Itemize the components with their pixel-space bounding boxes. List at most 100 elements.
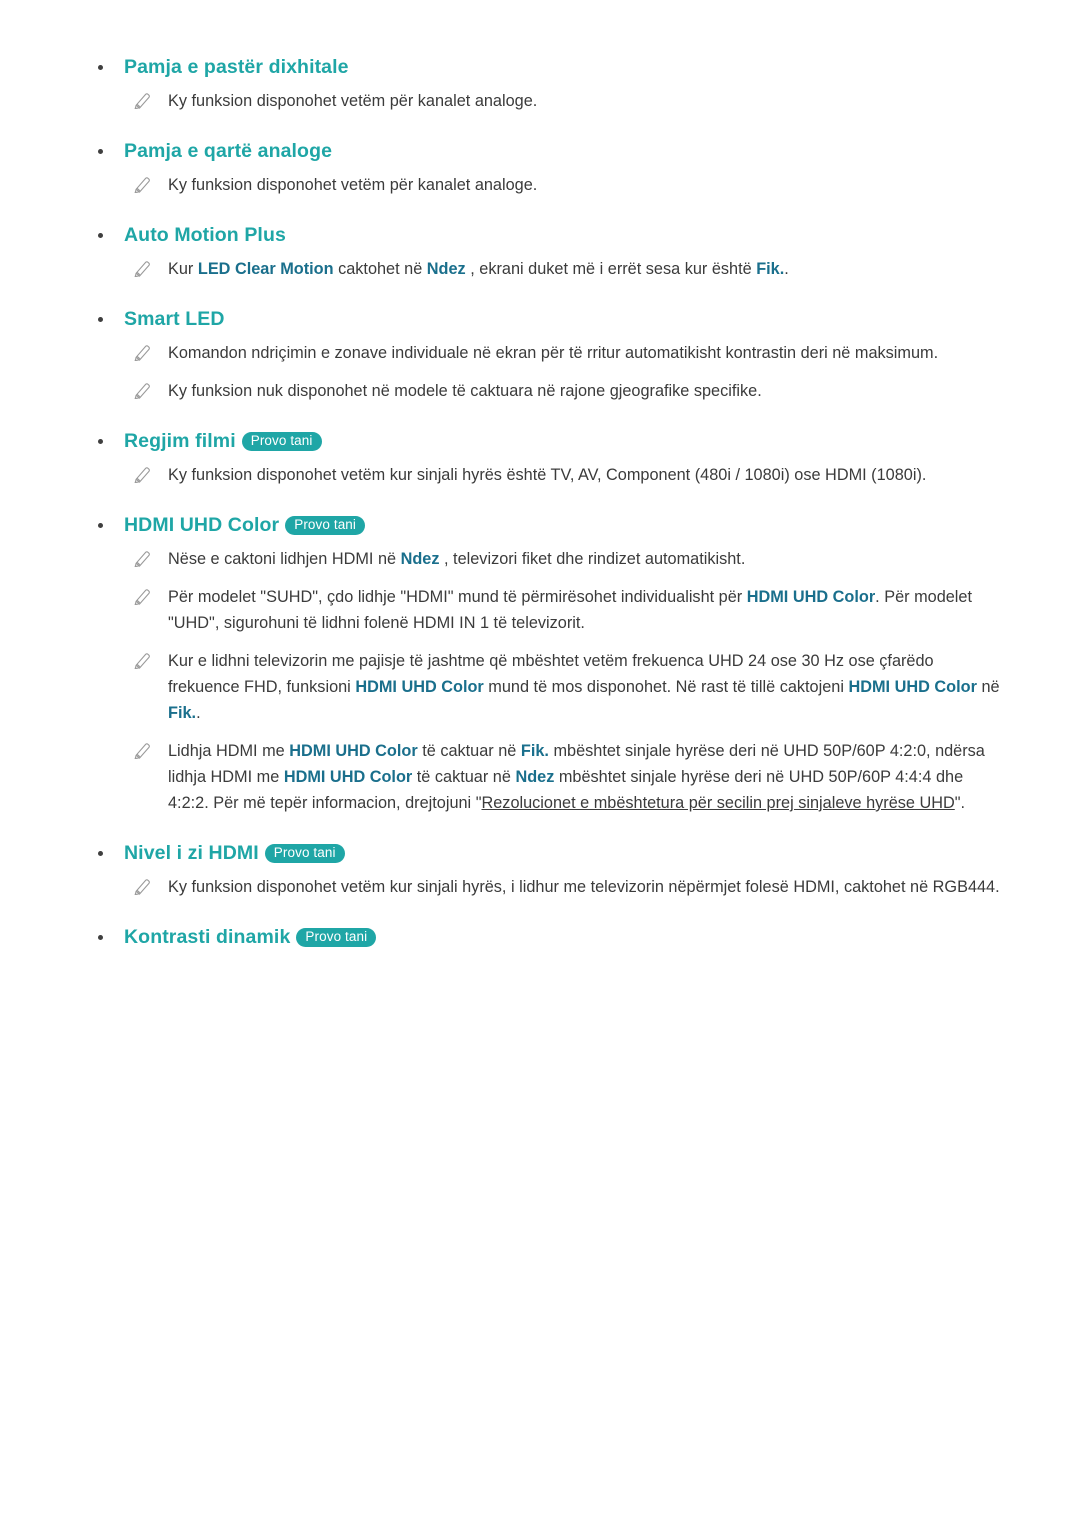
note-span: Kur: [168, 260, 198, 278]
note-item: Nëse e caktoni lidhjen HDMI në Ndez , te…: [92, 546, 1002, 572]
note-emphasis: LED Clear Motion: [197, 260, 334, 278]
section-auto-motion-plus: Auto Motion Plus Kur LED Clear Motion cak…: [92, 220, 1002, 282]
note-text: Ky funksion disponohet vetëm kur sinjali…: [168, 466, 926, 484]
note-emphasis: Ndez: [400, 550, 440, 568]
section-heading-smart-led: Smart LED: [92, 304, 1002, 336]
note-span: Ky funksion disponohet vetëm për kanalet…: [168, 176, 538, 194]
section-title: Pamja e pastër dixhitale: [124, 56, 349, 78]
pencil-icon: [134, 741, 152, 760]
section-title: Regjim filmi: [124, 430, 236, 452]
try-now-badge[interactable]: Provo tani: [241, 432, 322, 451]
note-item: Ky funksion disponohet vetëm kur sinjali…: [92, 874, 1002, 900]
bullet-icon: [98, 233, 103, 238]
section-hdmi-uhd-color: HDMI UHD Color Provo tani Nëse e caktoni l…: [92, 510, 1002, 816]
note-emphasis[interactable]: Rezolucionet e mbështetura për secilin p…: [481, 794, 954, 812]
note-text: Kur e lidhni televizorin me pajisje të j…: [168, 652, 1000, 722]
note-span: në: [976, 678, 1000, 696]
note-span: të caktuar në: [412, 768, 516, 786]
section-title: Pamja e qartë analoge: [124, 140, 333, 162]
note-span: Komandon ndriçimin e zonave individuale …: [168, 344, 939, 362]
bullet-icon: [98, 65, 103, 70]
try-now-badge[interactable]: Provo tani: [296, 928, 377, 947]
section-heading-nivel-i-zi-hdmi: Nivel i zi HDMI Provo tani: [92, 838, 1002, 870]
pencil-icon: [134, 175, 152, 194]
section-heading-auto-motion-plus: Auto Motion Plus: [92, 220, 1002, 252]
note-emphasis: HDMI UHD Color: [746, 588, 876, 606]
note-text: Nëse e caktoni lidhjen HDMI në Ndez , te…: [168, 550, 745, 568]
note-span: Ky funksion disponohet vetëm për kanalet…: [168, 92, 538, 110]
note-span: .: [784, 260, 789, 278]
note-span: , televizori fiket dhe rindizet automati…: [439, 550, 746, 568]
pencil-icon: [134, 877, 152, 896]
note-text: Për modelet "SUHD", çdo lidhje "HDMI" mu…: [168, 588, 972, 632]
section-nivel-i-zi-hdmi: Nivel i zi HDMI Provo tani Ky funksion dis…: [92, 838, 1002, 900]
section-heading-pamja-e-qarte-analoge: Pamja e qartë analoge: [92, 136, 1002, 168]
pencil-icon: [134, 381, 152, 400]
note-list: Nëse e caktoni lidhjen HDMI në Ndez , te…: [92, 546, 1002, 816]
bullet-icon: [98, 851, 103, 856]
section-title: Auto Motion Plus: [124, 224, 286, 246]
pencil-icon: [134, 651, 152, 670]
bullet-icon: [98, 149, 103, 154]
note-text: Kur LED Clear Motion caktohet në Ndez , …: [168, 260, 789, 278]
note-span: Lidhja HDMI me: [168, 742, 290, 760]
note-list: Ky funksion disponohet vetëm për kanalet…: [92, 172, 1002, 198]
bullet-icon: [98, 523, 103, 528]
note-text: Ky funksion disponohet vetëm për kanalet…: [168, 92, 537, 110]
note-span: , ekrani duket më i errët sesa kur është: [465, 260, 757, 278]
note-emphasis: HDMI UHD Color: [289, 742, 418, 760]
note-emphasis: Ndez: [426, 260, 466, 278]
note-text: Ky funksion disponohet vetëm kur sinjali…: [168, 878, 1000, 896]
section-pamja-e-qarte-analoge: Pamja e qartë analoge Ky funksion dispono…: [92, 136, 1002, 198]
note-text: Ky funksion nuk disponohet në modele të …: [168, 382, 762, 400]
pencil-icon: [134, 549, 152, 568]
section-smart-led: Smart LED Komandon ndriçimin e zonave ind…: [92, 304, 1002, 404]
pencil-icon: [134, 465, 152, 484]
note-emphasis: HDMI UHD Color: [283, 768, 413, 786]
section-title: Nivel i zi HDMI: [124, 842, 259, 864]
bullet-icon: [98, 317, 103, 322]
note-item: Ky funksion nuk disponohet në modele të …: [92, 378, 1002, 404]
note-span: mund të mos disponohet. Në rast të tillë…: [483, 678, 849, 696]
note-item: Ky funksion disponohet vetëm kur sinjali…: [92, 462, 1002, 488]
note-item: Kur LED Clear Motion caktohet në Ndez , …: [92, 256, 1002, 282]
note-span: ".: [954, 794, 966, 812]
note-list: Ky funksion disponohet vetëm kur sinjali…: [92, 462, 1002, 488]
note-span: Ky funksion disponohet vetëm kur sinjali…: [168, 466, 927, 484]
bullet-icon: [98, 935, 103, 940]
section-kontrasti-dinamik: Kontrasti dinamik Provo tani: [92, 922, 1002, 954]
note-span: caktohet në: [333, 260, 427, 278]
pencil-icon: [134, 259, 152, 278]
section-title: HDMI UHD Color: [124, 514, 280, 536]
note-item: Kur e lidhni televizorin me pajisje të j…: [92, 648, 1002, 726]
section-heading-kontrasti-dinamik: Kontrasti dinamik Provo tani: [92, 922, 1002, 954]
note-list: Komandon ndriçimin e zonave individuale …: [92, 340, 1002, 404]
note-emphasis: HDMI UHD Color: [848, 678, 977, 696]
note-item: Për modelet "SUHD", çdo lidhje "HDMI" mu…: [92, 584, 1002, 636]
note-emphasis: Ndez: [515, 768, 555, 786]
section-heading-regjim-filmi: Regjim filmi Provo tani: [92, 426, 1002, 458]
note-list: Kur LED Clear Motion caktohet në Ndez , …: [92, 256, 1002, 282]
document-content: Pamja e pastër dixhitale Ky funksion disp…: [92, 52, 1002, 954]
note-emphasis: Fik.: [168, 704, 197, 722]
note-item: Ky funksion disponohet vetëm për kanalet…: [92, 172, 1002, 198]
pencil-icon: [134, 343, 152, 362]
note-span: Ky funksion disponohet vetëm kur sinjali…: [168, 878, 1000, 896]
pencil-icon: [134, 91, 152, 110]
try-now-badge[interactable]: Provo tani: [285, 516, 366, 535]
note-text: Lidhja HDMI me HDMI UHD Color të caktuar…: [168, 742, 985, 812]
note-item: Ky funksion disponohet vetëm për kanalet…: [92, 88, 1002, 114]
note-text: Ky funksion disponohet vetëm për kanalet…: [168, 176, 537, 194]
section-title: Kontrasti dinamik: [124, 926, 291, 948]
section-title: Smart LED: [124, 308, 225, 330]
section-heading-hdmi-uhd-color: HDMI UHD Color Provo tani: [92, 510, 1002, 542]
try-now-badge[interactable]: Provo tani: [264, 844, 345, 863]
note-emphasis: Fik.: [756, 260, 785, 278]
pencil-icon: [134, 587, 152, 606]
note-item: Komandon ndriçimin e zonave individuale …: [92, 340, 1002, 366]
bullet-icon: [98, 439, 103, 444]
note-span: .: [196, 704, 201, 722]
section-pamja-e-paster-dixhitale: Pamja e pastër dixhitale Ky funksion disp…: [92, 52, 1002, 114]
note-span: të caktuar në: [417, 742, 521, 760]
note-span: Për modelet "SUHD", çdo lidhje "HDMI" mu…: [168, 588, 747, 606]
